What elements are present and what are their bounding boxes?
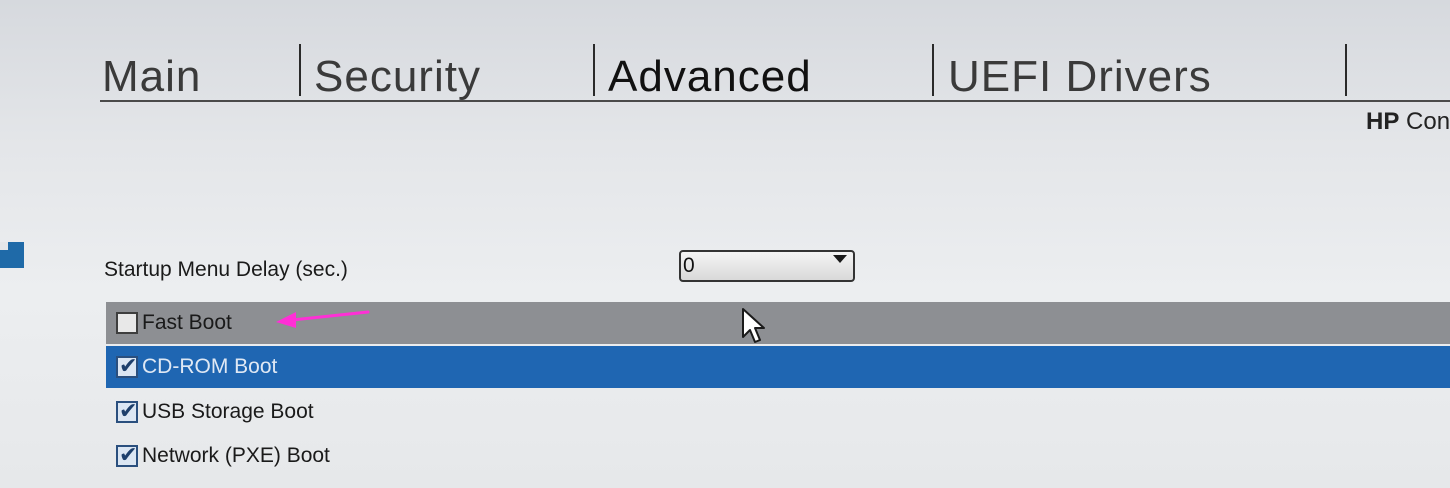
startup-menu-delay-select[interactable]: 0 — [679, 250, 855, 282]
tab-separator — [1345, 44, 1347, 96]
tab-bar: Main Security Advanced UEFI Drivers — [0, 0, 1450, 110]
usb-storage-boot-label: USB Storage Boot — [142, 400, 314, 423]
brand-label: HP Con — [1366, 108, 1450, 136]
startup-menu-delay-label: Startup Menu Delay (sec.) — [104, 258, 348, 281]
tab-uefi-drivers[interactable]: UEFI Drivers — [948, 52, 1212, 102]
chevron-down-icon[interactable] — [833, 255, 847, 263]
usb-storage-boot-checkbox[interactable]: ✔ — [116, 399, 138, 424]
cd-rom-boot-label: CD-ROM Boot — [142, 355, 278, 378]
checkmark-icon: ✔ — [119, 399, 138, 424]
fast-boot-checkbox[interactable] — [116, 312, 138, 334]
option-network-pxe-boot[interactable]: ✔ Network (PXE) Boot — [106, 435, 1450, 477]
checkmark-icon: ✔ — [119, 354, 138, 379]
fast-boot-label: Fast Boot — [142, 311, 232, 334]
tab-separator — [299, 44, 301, 96]
brand-label-rest: Con — [1406, 108, 1450, 135]
tab-advanced[interactable]: Advanced — [608, 52, 812, 102]
tab-security[interactable]: Security — [314, 52, 481, 102]
tab-separator — [593, 44, 595, 96]
mouse-pointer-icon — [742, 308, 765, 343]
tab-main[interactable]: Main — [102, 52, 201, 102]
cd-rom-boot-checkbox[interactable]: ✔ — [116, 354, 138, 379]
tab-separator — [932, 44, 934, 96]
checkmark-icon: ✔ — [119, 443, 138, 468]
brand-label-bold: HP — [1366, 108, 1400, 135]
arrow-left-icon — [276, 310, 370, 328]
network-pxe-boot-checkbox[interactable]: ✔ — [116, 443, 138, 468]
option-usb-storage-boot[interactable]: ✔ USB Storage Boot — [106, 391, 1450, 433]
option-cd-rom-boot[interactable]: ✔ CD-ROM Boot — [106, 346, 1450, 388]
startup-menu-delay-value: 0 — [683, 254, 695, 277]
tab-underline — [100, 100, 1450, 102]
section-marker — [0, 242, 24, 268]
network-pxe-boot-label: Network (PXE) Boot — [142, 444, 330, 467]
